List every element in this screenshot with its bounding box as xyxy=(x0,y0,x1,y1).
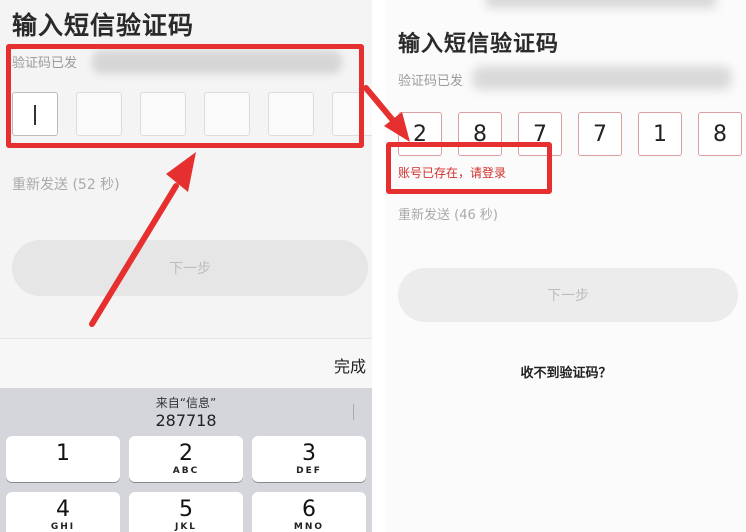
up-arrow xyxy=(89,152,196,327)
tutorial-screenshot: 输入短信验证码 验证码已发 重新发送 (52 秒) 下一步 完成 来自“信息” … xyxy=(0,0,746,532)
annotation-arrows xyxy=(89,85,410,327)
right-arrow xyxy=(363,85,410,142)
